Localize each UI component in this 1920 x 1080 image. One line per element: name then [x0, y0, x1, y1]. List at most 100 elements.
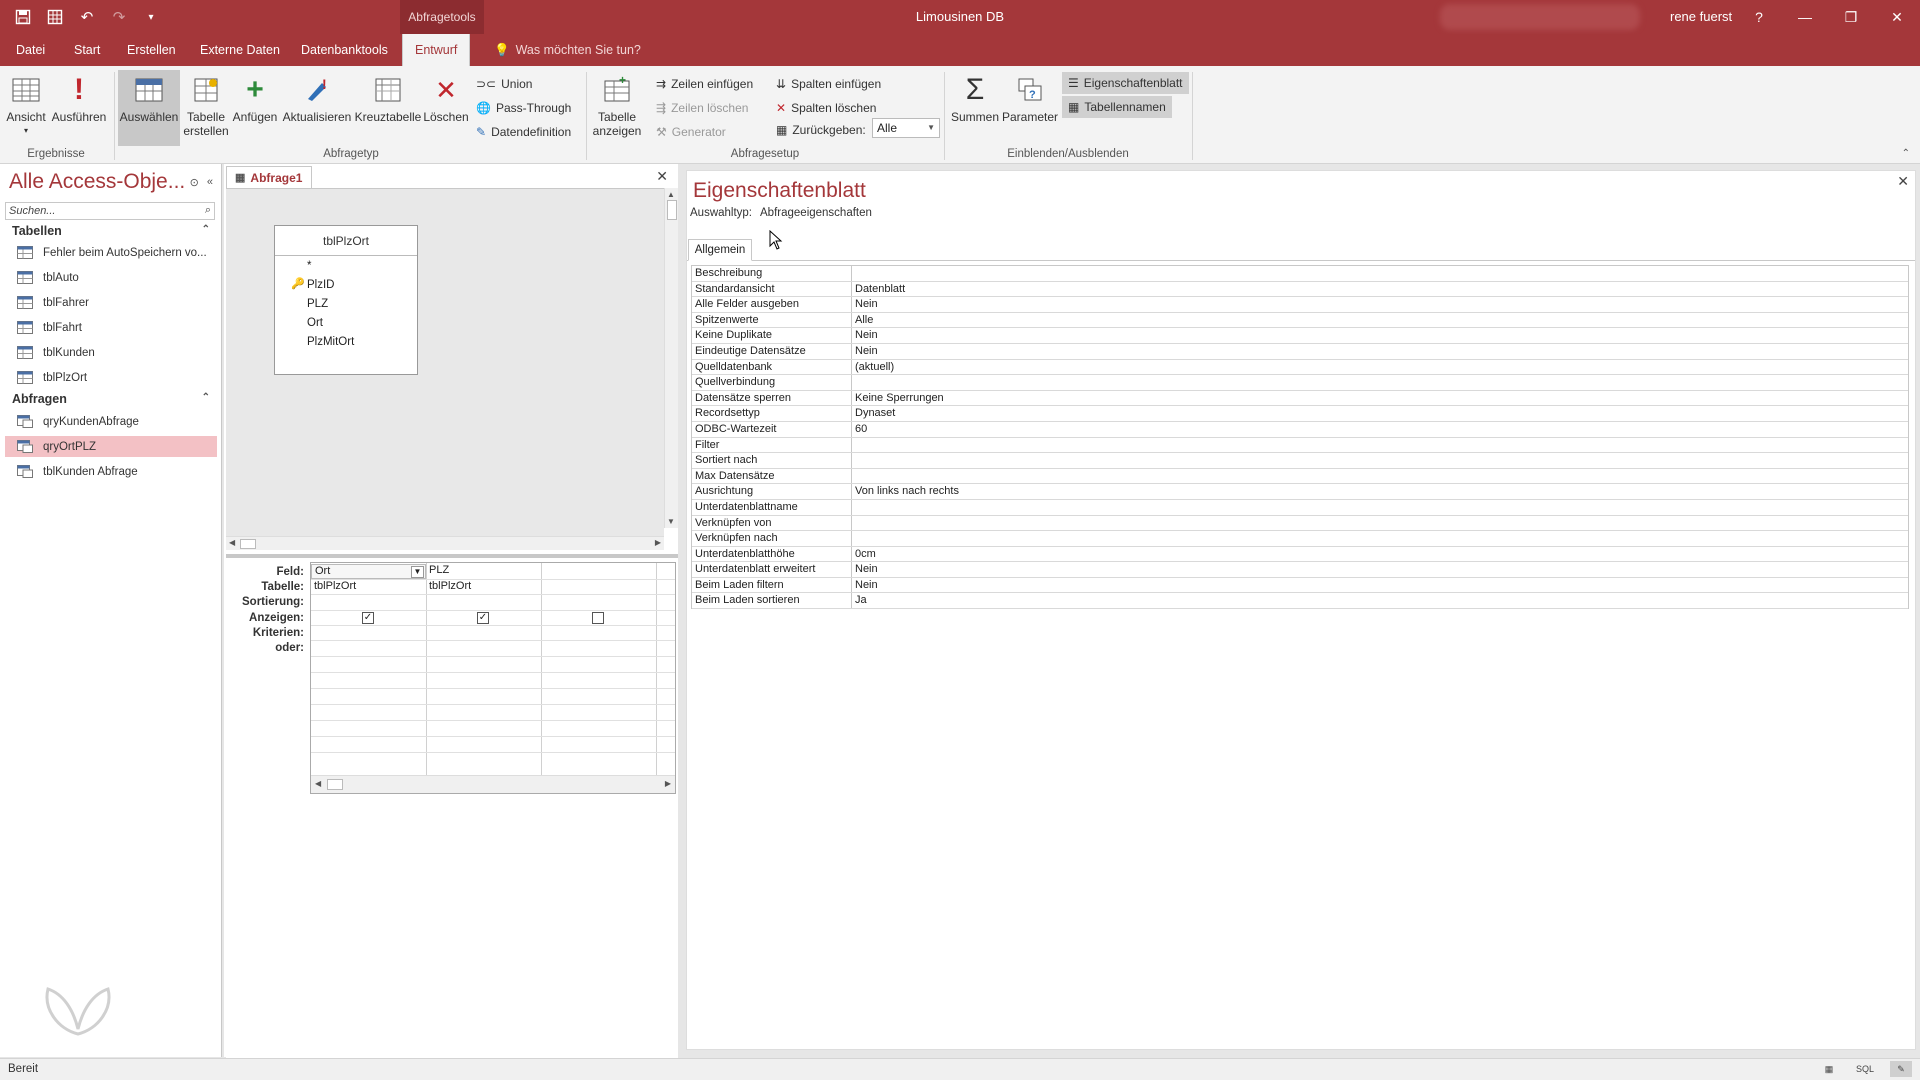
- tab-externe-daten[interactable]: Externe Daten: [188, 34, 292, 66]
- show-checkbox[interactable]: ✓: [477, 612, 489, 624]
- summen-button[interactable]: Σ Summen: [950, 74, 1000, 125]
- property-row[interactable]: Spitzenwerte Alle: [692, 312, 1908, 329]
- collapse-section-icon[interactable]: ⌃: [202, 392, 210, 403]
- nav-menu-icon[interactable]: ⊙: [190, 176, 199, 189]
- tab-entwurf[interactable]: Entwurf: [402, 34, 471, 66]
- property-value[interactable]: [852, 438, 1908, 453]
- collapse-ribbon-icon[interactable]: ⌃: [1902, 148, 1910, 159]
- property-row[interactable]: ODBC-Wartezeit 60: [692, 421, 1908, 438]
- field-list-item[interactable]: PLZ: [275, 294, 417, 313]
- zeilen-einfuegen-button[interactable]: ⇉ Zeilen einfügen: [656, 74, 753, 94]
- property-value[interactable]: Nein: [852, 297, 1908, 312]
- nav-item-table[interactable]: tblKunden: [5, 342, 217, 363]
- tabellennamen-button[interactable]: ▦ Tabellennamen: [1062, 96, 1172, 118]
- nav-item-table[interactable]: tblPlzOrt: [5, 367, 217, 388]
- property-value[interactable]: Nein: [852, 578, 1908, 593]
- eigenschaftenblatt-button[interactable]: ☰ Eigenschaftenblatt: [1062, 72, 1189, 94]
- datasheet-icon[interactable]: [44, 6, 66, 28]
- property-value[interactable]: [852, 266, 1908, 281]
- property-row[interactable]: Keine Duplikate Nein: [692, 328, 1908, 344]
- property-value[interactable]: [852, 500, 1908, 515]
- zeilen-loeschen-button[interactable]: ⇶ Zeilen löschen: [656, 98, 748, 118]
- field-cell-ort[interactable]: Ort ▼: [311, 564, 426, 579]
- field-list-item[interactable]: PlzMitOrt: [275, 332, 417, 351]
- property-row[interactable]: Filter: [692, 437, 1908, 454]
- tab-datei[interactable]: Datei: [4, 34, 57, 66]
- property-value[interactable]: Nein: [852, 344, 1908, 359]
- nav-section-abfragen[interactable]: Abfragen ⌃: [12, 392, 210, 406]
- spalten-einfuegen-button[interactable]: ⇊ Spalten einfügen: [776, 74, 881, 94]
- nav-item-table[interactable]: tblFahrer: [5, 292, 217, 313]
- anfuegen-button[interactable]: + Anfügen: [230, 74, 280, 125]
- field-cell-empty[interactable]: [541, 564, 656, 579]
- doc-tab-abfrage1[interactable]: ▦ Abfrage1: [226, 166, 312, 188]
- property-value[interactable]: 0cm: [852, 547, 1908, 562]
- property-value[interactable]: [852, 516, 1908, 531]
- property-value[interactable]: Keine Sperrungen: [852, 391, 1908, 406]
- property-value[interactable]: Von links nach rechts: [852, 484, 1908, 499]
- minimize-button[interactable]: —: [1782, 0, 1828, 34]
- datendefinition-button[interactable]: ✎ Datendefinition: [476, 122, 571, 142]
- property-value[interactable]: [852, 375, 1908, 390]
- collapse-section-icon[interactable]: ⌃: [202, 224, 210, 235]
- property-row[interactable]: Unterdatenblattname: [692, 499, 1908, 516]
- union-button[interactable]: ⊃⊂ Union: [476, 74, 532, 94]
- close-button[interactable]: ✕: [1874, 0, 1920, 34]
- property-value[interactable]: [852, 469, 1908, 484]
- ausfuehren-button[interactable]: ! Ausführen: [50, 74, 108, 125]
- nav-title[interactable]: Alle Access-Obje...: [9, 170, 185, 194]
- property-value[interactable]: Dynaset: [852, 406, 1908, 421]
- property-row[interactable]: Beschreibung: [692, 266, 1908, 282]
- scroll-right-icon[interactable]: ▶: [655, 538, 661, 547]
- sql-view-icon[interactable]: SQL: [1854, 1061, 1876, 1077]
- kreuztabelle-button[interactable]: Kreuztabelle: [354, 74, 422, 124]
- undo-icon[interactable]: ↶: [76, 6, 98, 28]
- redo-icon[interactable]: ↷: [108, 6, 130, 28]
- property-value[interactable]: Ja: [852, 593, 1908, 608]
- nav-item-table[interactable]: tblAuto: [5, 267, 217, 288]
- save-icon[interactable]: [12, 6, 34, 28]
- field-list-item-key[interactable]: 🔑 PlzID: [275, 275, 417, 294]
- scroll-left-icon[interactable]: ◀: [315, 779, 321, 788]
- nav-item-query[interactable]: qryKundenAbfrage: [5, 411, 217, 432]
- table-cell[interactable]: tblPlzOrt: [426, 580, 541, 595]
- field-list-title[interactable]: tblPlzOrt: [275, 226, 417, 256]
- close-property-sheet-icon[interactable]: ✕: [1897, 173, 1909, 190]
- tabelle-erstellen-button[interactable]: Tabelle erstellen: [183, 74, 229, 138]
- show-checkbox[interactable]: ✓: [362, 612, 374, 624]
- property-row[interactable]: Verknüpfen von: [692, 515, 1908, 532]
- tabelle-anzeigen-button[interactable]: + Tabelle anzeigen: [592, 74, 642, 138]
- property-row[interactable]: Unterdatenblatt erweitert Nein: [692, 562, 1908, 578]
- property-value[interactable]: Alle: [852, 313, 1908, 328]
- datasheet-view-icon[interactable]: ▦: [1818, 1061, 1840, 1077]
- nav-section-tabellen[interactable]: Tabellen ⌃: [12, 224, 210, 238]
- tab-datenbanktools[interactable]: Datenbanktools: [289, 34, 400, 66]
- nav-item-table[interactable]: tblFahrt: [5, 317, 217, 338]
- table-cell[interactable]: [541, 580, 656, 595]
- search-icon[interactable]: ⌕: [205, 204, 211, 217]
- property-value[interactable]: Datenblatt: [852, 282, 1908, 297]
- parameter-button[interactable]: ? Parameter: [1002, 74, 1058, 124]
- property-row[interactable]: Standardansicht Datenblatt: [692, 281, 1908, 298]
- nav-item-query[interactable]: tblKunden Abfrage: [5, 461, 217, 482]
- nav-search-input[interactable]: Suchen... ⌕: [5, 202, 215, 220]
- property-row[interactable]: Datensätze sperren Keine Sperrungen: [692, 390, 1908, 407]
- customize-qat-icon[interactable]: ▾: [140, 6, 162, 28]
- scroll-thumb[interactable]: [667, 200, 677, 220]
- ansicht-button[interactable]: Ansicht ▾: [6, 74, 46, 138]
- tab-erstellen[interactable]: Erstellen: [115, 34, 188, 66]
- field-list-tblplzort[interactable]: tblPlzOrt * 🔑 PlzID PLZ Ort PlzMitOrt: [274, 225, 418, 375]
- property-row[interactable]: Unterdatenblatthöhe 0cm: [692, 546, 1908, 563]
- user-name[interactable]: rene fuerst: [1670, 9, 1732, 24]
- scroll-left-icon[interactable]: ◀: [229, 538, 235, 547]
- field-list-item[interactable]: Ort: [275, 313, 417, 332]
- pass-through-button[interactable]: 🌐 Pass-Through: [476, 98, 571, 118]
- property-row[interactable]: Quellverbindung: [692, 375, 1908, 391]
- table-pane[interactable]: tblPlzOrt * 🔑 PlzID PLZ Ort PlzMitOrt: [226, 188, 664, 536]
- property-row[interactable]: Ausrichtung Von links nach rechts: [692, 484, 1908, 500]
- aktualisieren-button[interactable]: ! Aktualisieren: [282, 74, 352, 124]
- property-value[interactable]: Nein: [852, 562, 1908, 577]
- property-row[interactable]: Recordsettyp Dynaset: [692, 406, 1908, 422]
- scroll-thumb[interactable]: [240, 539, 256, 549]
- property-row[interactable]: Alle Felder ausgeben Nein: [692, 297, 1908, 313]
